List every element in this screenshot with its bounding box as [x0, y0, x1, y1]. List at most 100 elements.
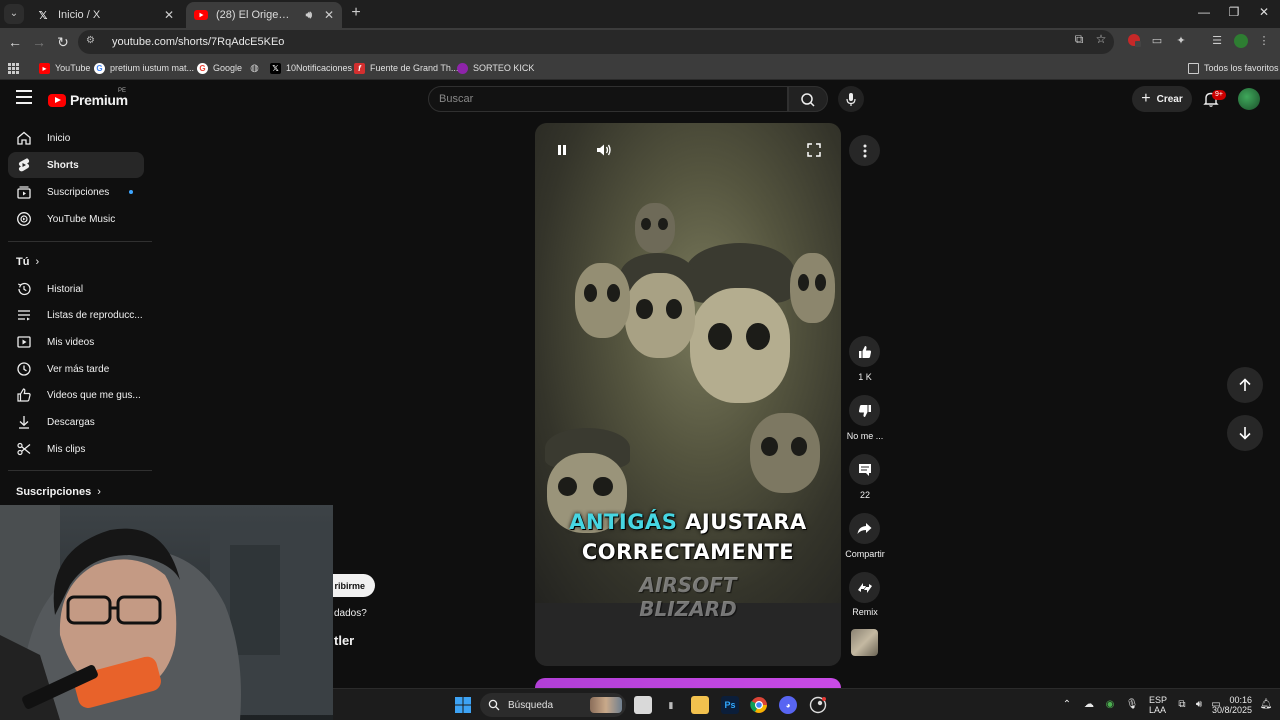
sidebar-heading-you[interactable]: Tú › [16, 256, 39, 268]
bookmark-google[interactable]: G Google [197, 60, 242, 76]
bookmark-pretium[interactable]: G pretium iustum mat... [94, 60, 194, 76]
search-button[interactable] [788, 86, 828, 112]
sidebar-item-label: Ver más tarde [47, 363, 110, 375]
extension-red-icon[interactable] [1126, 33, 1142, 49]
close-icon[interactable]: ✕ [164, 8, 174, 22]
youtube-premium-logo[interactable]: Premium PE [48, 88, 128, 108]
new-tab-button[interactable]: + [346, 4, 366, 22]
input-language[interactable]: ESP LAA [1149, 695, 1167, 715]
thumbs-up-icon [858, 345, 871, 358]
taskbar-app-icon[interactable]: ▮ [662, 696, 680, 714]
bookmark-fuente-gta[interactable]: f Fuente de Grand Th... [354, 60, 458, 76]
share-label: Compartir [845, 549, 885, 559]
my-videos-icon [16, 334, 32, 350]
show-hidden-icons[interactable]: ⌃ [1060, 698, 1074, 712]
dislike-button[interactable] [849, 395, 880, 426]
volume-button[interactable] [589, 135, 619, 165]
like-button[interactable] [849, 336, 880, 367]
search-icon [801, 93, 815, 107]
install-app-icon[interactable]: ⧉ [1070, 32, 1088, 47]
sidebar-item-descargas[interactable]: Descargas [8, 409, 144, 435]
tab-search-icon[interactable]: ⌄ [4, 4, 24, 24]
sidebar-item-label: Mis clips [47, 443, 86, 455]
youtube-music-icon [16, 211, 32, 227]
create-button[interactable]: + Crear [1132, 86, 1192, 112]
notification-center-icon[interactable]: 🔔︎ [1259, 698, 1273, 712]
security-icon[interactable]: ◉ [1103, 698, 1117, 712]
remix-button[interactable] [849, 572, 880, 603]
previous-short-button[interactable] [1227, 367, 1263, 403]
close-window-icon[interactable]: ✕ [1254, 5, 1274, 19]
comments-button[interactable] [849, 454, 880, 485]
sidebar-item-ver-mas-tarde[interactable]: Ver más tarde [8, 356, 144, 382]
system-clock[interactable]: 00:16 30/8/2025 [1210, 695, 1252, 715]
fullscreen-button[interactable] [799, 135, 829, 165]
bookmark-youtube[interactable]: ▸ YouTube [39, 60, 90, 76]
volume-icon[interactable]: 🔊︎ [1192, 698, 1206, 712]
sidebar-item-youtube-music[interactable]: YouTube Music [8, 206, 144, 232]
taskbar-search[interactable]: Búsqueda [480, 693, 626, 717]
channel-avatar[interactable] [851, 629, 878, 656]
chrome-menu-icon[interactable]: ⋮ [1256, 33, 1272, 49]
pause-button[interactable] [547, 135, 577, 165]
sidebar-item-historial[interactable]: Historial [8, 276, 144, 302]
bookmark-10notificaciones[interactable]: 𝕏 10Notificaciones [270, 60, 352, 76]
sidebar-item-videos-gustan[interactable]: Videos que me gus... [8, 382, 144, 408]
browser-toolbar: ← → ↻ ⚙ youtube.com/shorts/7RqAdcE5KEo ⧉… [0, 28, 1280, 56]
speaker-icon[interactable]: 🔊︎ [302, 8, 316, 22]
extension-card-icon[interactable]: ▭ [1149, 33, 1165, 49]
restore-icon[interactable]: ❐ [1224, 5, 1244, 19]
more-options-button[interactable] [849, 135, 880, 166]
bookmark-star-icon[interactable]: ☆ [1092, 32, 1110, 46]
sidebar-item-shorts[interactable]: Shorts [8, 152, 144, 178]
video-frame[interactable]: ANTIGÁS AJUSTARA CORRECTAMENTE [535, 123, 841, 603]
chrome-icon[interactable] [750, 696, 768, 714]
discord-icon[interactable]: ◕ [779, 696, 797, 714]
profile-avatar-icon[interactable] [1233, 33, 1249, 49]
steam-icon[interactable] [809, 696, 827, 714]
forward-icon[interactable]: → [30, 33, 48, 51]
task-view-icon[interactable] [634, 696, 652, 714]
next-short-button[interactable] [1227, 415, 1263, 451]
shorts-player[interactable]: ANTIGÁS AJUSTARA CORRECTAMENTE AIRSOFT B… [535, 123, 841, 666]
video-gas-mask [790, 253, 835, 323]
menu-icon[interactable] [16, 90, 32, 104]
voice-search-button[interactable] [838, 86, 864, 112]
bookmark-sorteo-kick[interactable]: SORTEO KICK [457, 60, 534, 76]
sidebar-item-suscripciones[interactable]: Suscripciones [8, 179, 144, 205]
sidebar-item-listas[interactable]: Listas de reproducc... [8, 302, 144, 328]
windows-start-icon[interactable] [454, 696, 472, 714]
logo-word: Premium [70, 92, 128, 108]
search-input[interactable]: Buscar [428, 86, 788, 112]
network-icon[interactable]: ⧉ [1175, 698, 1189, 712]
tab-youtube-short[interactable]: (28) El Origen del bigote de Hitler 🔊︎ ✕ [186, 2, 342, 28]
site-info-icon[interactable]: ⚙ [86, 35, 100, 49]
back-icon[interactable]: ← [6, 33, 24, 51]
bookmark-globe[interactable]: ◍ [249, 60, 260, 76]
minimize-icon[interactable]: — [1194, 5, 1214, 19]
share-button[interactable] [849, 513, 880, 544]
arrow-up-icon [1239, 378, 1251, 391]
onedrive-icon[interactable]: ☁ [1082, 698, 1096, 712]
address-bar[interactable]: ⚙ youtube.com/shorts/7RqAdcE5KEo [78, 30, 1114, 54]
close-icon[interactable]: ✕ [324, 8, 334, 22]
sidebar-item-inicio[interactable]: Inicio [8, 125, 144, 151]
photoshop-icon[interactable]: Ps [721, 696, 739, 714]
sidebar-item-label: Mis videos [47, 336, 95, 348]
sidebar-heading-suscripciones[interactable]: Suscripciones › [16, 486, 101, 498]
clock-time: 00:16 [1229, 695, 1252, 705]
youtube-sidebar: Inicio Shorts Suscripciones YouTube Musi… [0, 124, 160, 504]
reload-icon[interactable]: ↻ [54, 33, 72, 51]
account-avatar[interactable] [1238, 88, 1260, 110]
fullscreen-icon [807, 143, 821, 157]
microphone-icon[interactable]: 🎙︎ [1125, 698, 1139, 712]
reading-list-icon[interactable]: ☰ [1209, 33, 1225, 49]
sidebar-item-mis-videos[interactable]: Mis videos [8, 329, 144, 355]
sidebar-item-mis-clips[interactable]: Mis clips [8, 436, 144, 462]
extensions-puzzle-icon[interactable]: ✦ [1173, 33, 1189, 49]
all-bookmarks[interactable]: Todos los favoritos [1188, 60, 1279, 76]
tab-inicio-x[interactable]: 𝕏 Inicio / X ✕ [28, 2, 182, 28]
apps-grid-icon[interactable] [8, 60, 19, 76]
file-explorer-icon[interactable] [691, 696, 709, 714]
globe-icon: ◍ [250, 62, 259, 74]
